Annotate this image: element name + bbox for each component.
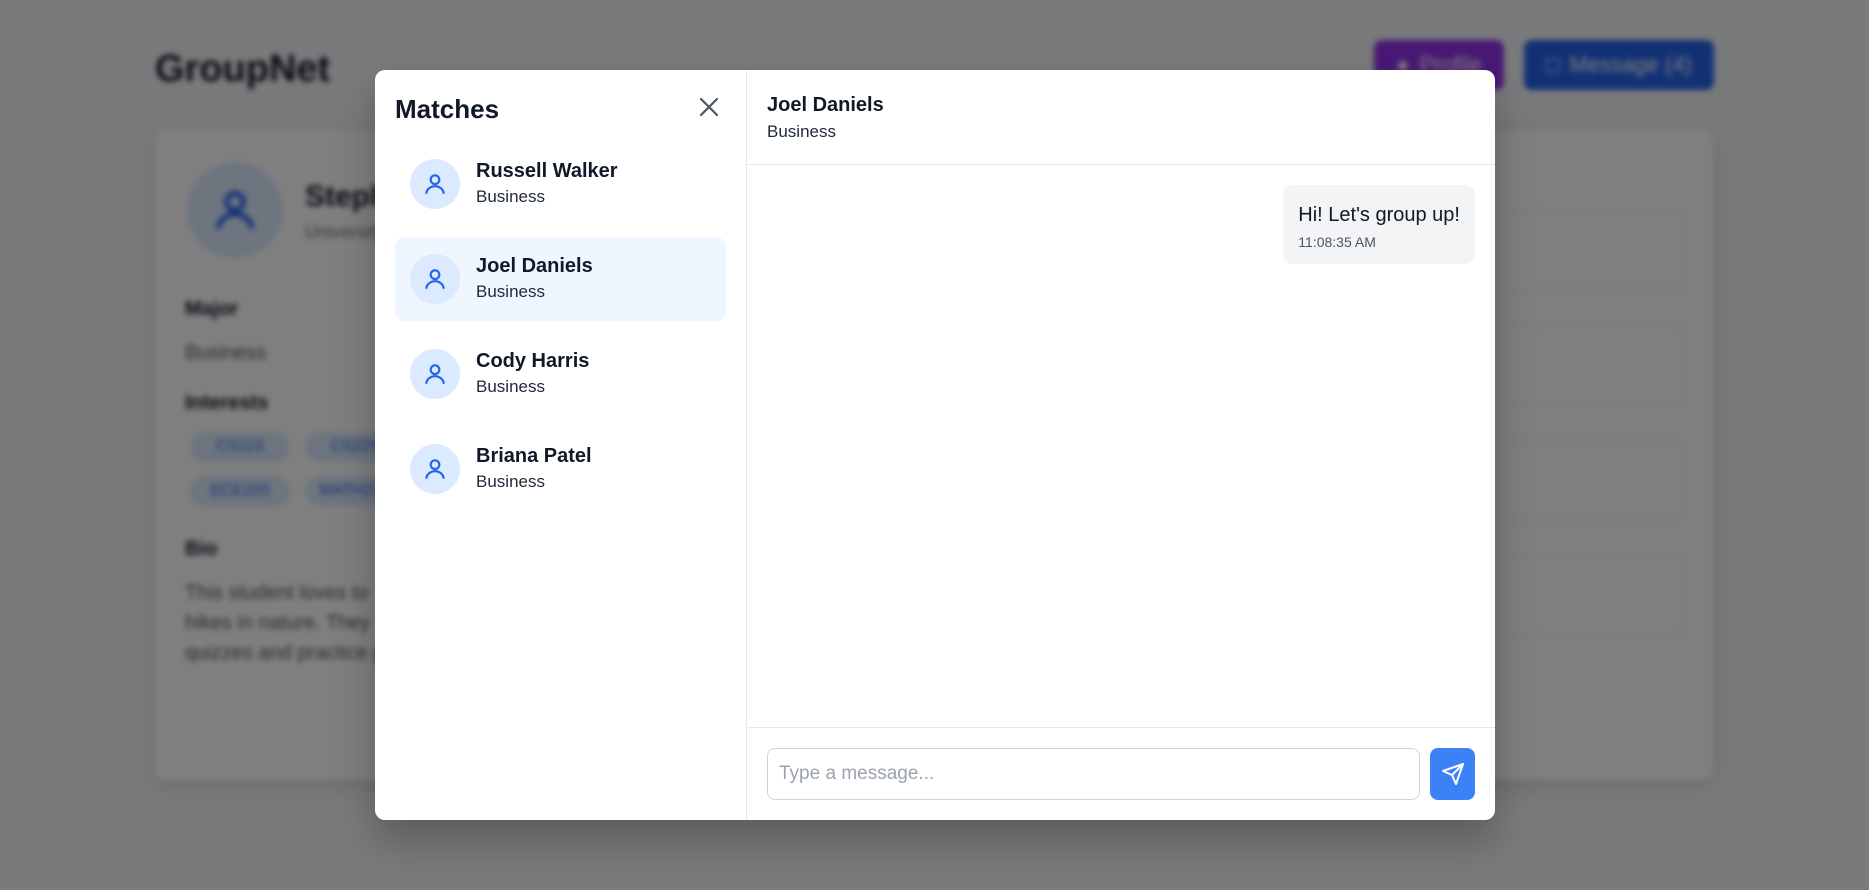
user-icon [425, 364, 445, 384]
matches-title: Matches [395, 94, 500, 124]
avatar [410, 159, 460, 209]
message-bubble: Hi! Let's group up! 11:08:35 AM [1283, 185, 1475, 264]
match-major: Business [476, 472, 545, 491]
message-input[interactable] [767, 748, 1420, 800]
match-name: Russell Walker [476, 160, 618, 182]
chat-header: Joel Daniels Business [747, 70, 1495, 165]
match-item-cody-harris[interactable]: Cody Harris Business [395, 332, 726, 416]
close-button[interactable] [694, 92, 724, 122]
match-name: Cody Harris [476, 350, 590, 372]
message-text: Hi! Let's group up! [1298, 204, 1460, 226]
message-list[interactable]: Hi! Let's group up! 11:08:35 AM [747, 165, 1495, 727]
avatar [410, 349, 460, 399]
send-icon [1441, 763, 1464, 785]
message-composer [747, 727, 1495, 820]
user-icon [425, 174, 445, 194]
match-major: Business [476, 187, 545, 206]
match-item-joel-daniels[interactable]: Joel Daniels Business [395, 237, 726, 321]
messages-modal: Matches Russell Walker Business Joel Dan… [375, 70, 1495, 820]
chat-contact-name: Joel Daniels [767, 94, 884, 116]
chat-contact-major: Business [767, 122, 836, 141]
match-list: Russell Walker Business Joel Daniels Bus… [395, 142, 726, 511]
match-name: Briana Patel [476, 445, 592, 467]
match-name: Joel Daniels [476, 255, 593, 277]
match-major: Business [476, 282, 545, 301]
matches-sidebar: Matches Russell Walker Business Joel Dan… [375, 70, 747, 820]
user-icon [425, 269, 445, 289]
match-item-russell-walker[interactable]: Russell Walker Business [395, 142, 726, 226]
avatar [410, 444, 460, 494]
user-icon [425, 459, 445, 479]
match-major: Business [476, 377, 545, 396]
avatar [410, 254, 460, 304]
message-timestamp: 11:08:35 AM [1298, 234, 1376, 250]
chat-panel: Joel Daniels Business Hi! Let's group up… [747, 70, 1495, 820]
send-button[interactable] [1430, 748, 1475, 800]
match-item-briana-patel[interactable]: Briana Patel Business [395, 427, 726, 511]
close-icon [699, 97, 719, 117]
